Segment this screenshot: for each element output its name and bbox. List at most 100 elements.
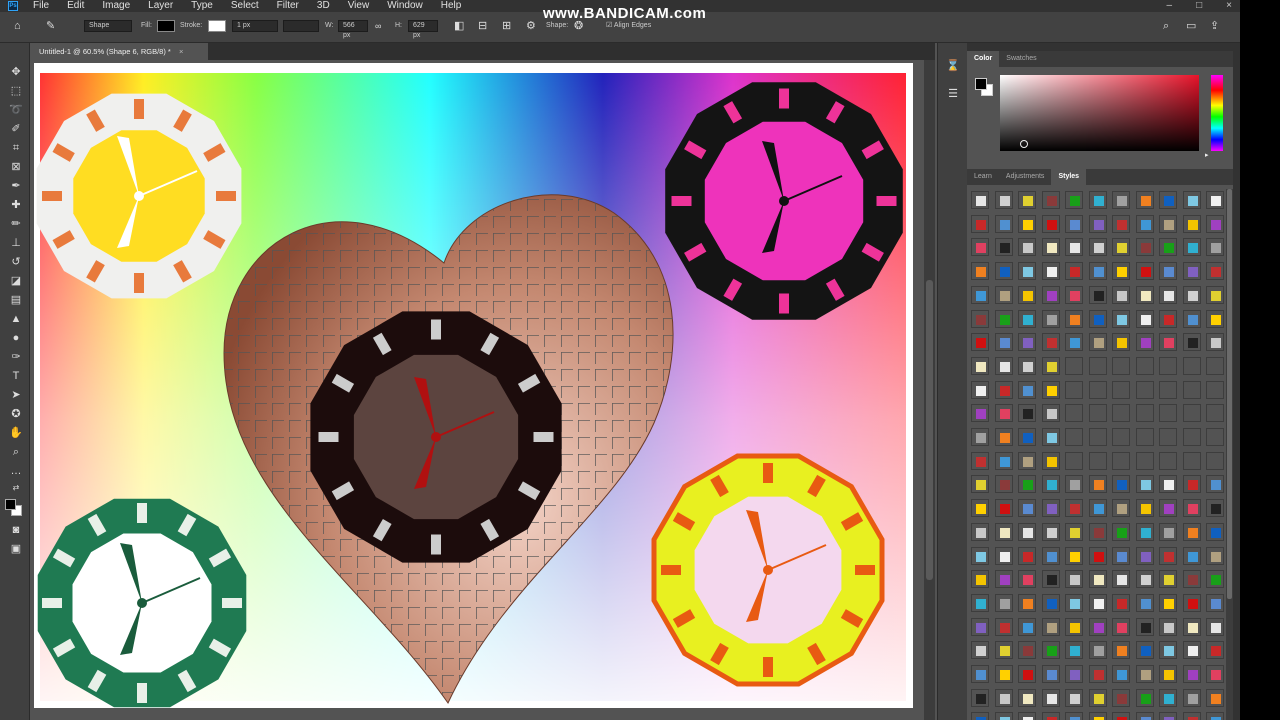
style-preset[interactable] <box>1135 522 1154 541</box>
crop-tool-icon[interactable]: ⌗ <box>8 141 24 155</box>
style-preset[interactable] <box>994 428 1013 446</box>
style-preset[interactable] <box>1159 238 1177 257</box>
style-preset[interactable] <box>994 380 1013 399</box>
style-preset[interactable] <box>971 191 989 209</box>
style-preset[interactable] <box>1112 309 1130 328</box>
style-preset[interactable] <box>1206 428 1224 446</box>
menu-view[interactable]: View <box>339 0 379 12</box>
style-preset[interactable] <box>1065 688 1083 707</box>
style-preset[interactable] <box>1206 617 1224 636</box>
menu-select[interactable]: Select <box>222 0 268 12</box>
style-preset[interactable] <box>994 688 1013 707</box>
path-align-icon[interactable]: ⊟ <box>478 20 487 32</box>
menu-window[interactable]: Window <box>378 0 432 12</box>
style-preset[interactable] <box>1159 522 1177 541</box>
style-preset[interactable] <box>1135 712 1154 720</box>
style-preset[interactable] <box>1182 214 1201 233</box>
style-preset[interactable] <box>1065 262 1083 281</box>
style-preset[interactable] <box>1041 570 1060 589</box>
style-preset[interactable] <box>1159 593 1177 612</box>
style-preset[interactable] <box>971 665 989 683</box>
style-preset[interactable] <box>1206 238 1224 257</box>
style-preset[interactable] <box>1159 451 1177 470</box>
style-preset[interactable] <box>1041 238 1060 257</box>
style-preset[interactable] <box>994 499 1013 518</box>
style-preset[interactable] <box>1112 712 1130 720</box>
style-preset[interactable] <box>1088 499 1107 518</box>
style-preset[interactable] <box>1018 499 1036 518</box>
style-preset[interactable] <box>1088 404 1107 423</box>
style-preset[interactable] <box>971 238 989 257</box>
height-field[interactable]: 629 px <box>408 20 438 39</box>
path-ops-icon[interactable]: ◧ <box>454 20 464 32</box>
style-preset[interactable] <box>1159 380 1177 399</box>
style-preset[interactable] <box>994 546 1013 565</box>
path-select-tool-icon[interactable]: ➤ <box>8 388 24 402</box>
style-preset[interactable] <box>994 665 1013 683</box>
style-preset[interactable] <box>1159 617 1177 636</box>
style-preset[interactable] <box>1159 546 1177 565</box>
style-preset[interactable] <box>971 214 989 233</box>
style-preset[interactable] <box>1018 214 1036 233</box>
style-preset[interactable] <box>1088 309 1107 328</box>
style-preset[interactable] <box>1159 285 1177 304</box>
style-preset[interactable] <box>1182 641 1201 660</box>
style-preset[interactable] <box>1182 451 1201 470</box>
style-preset[interactable] <box>1065 593 1083 612</box>
style-preset[interactable] <box>1112 428 1130 446</box>
brush-tool-icon[interactable]: ✏ <box>8 217 24 231</box>
fill-swatch[interactable] <box>157 20 175 32</box>
width-field[interactable]: 566 px <box>338 20 368 39</box>
hand-tool-icon[interactable]: ✋ <box>8 426 24 440</box>
style-preset[interactable] <box>1112 285 1130 304</box>
quick-mask-icon[interactable]: ◙ <box>8 523 24 537</box>
share-icon[interactable]: ⇪ <box>1210 20 1219 32</box>
style-preset[interactable] <box>1206 546 1224 565</box>
style-preset[interactable] <box>1018 451 1036 470</box>
type-tool-icon[interactable]: T <box>8 369 24 383</box>
style-preset[interactable] <box>1159 309 1177 328</box>
style-preset[interactable] <box>1088 570 1107 589</box>
style-preset[interactable] <box>1182 546 1201 565</box>
style-preset[interactable] <box>1135 356 1154 375</box>
style-preset[interactable] <box>1088 665 1107 683</box>
stroke-swatch[interactable] <box>208 20 226 32</box>
swap-colors-icon[interactable]: ⇄ <box>8 481 24 495</box>
style-preset[interactable] <box>994 522 1013 541</box>
style-preset[interactable] <box>1206 309 1224 328</box>
style-preset[interactable] <box>994 238 1013 257</box>
yellow-clock[interactable] <box>651 453 885 687</box>
style-preset[interactable] <box>1088 451 1107 470</box>
style-preset[interactable] <box>1041 593 1060 612</box>
style-preset[interactable] <box>971 285 989 304</box>
custom-shape-tool-icon[interactable]: ✪ <box>8 407 24 421</box>
style-preset[interactable] <box>971 475 989 494</box>
style-preset[interactable] <box>1112 641 1130 660</box>
style-preset[interactable] <box>1135 665 1154 683</box>
style-preset[interactable] <box>1112 404 1130 423</box>
menu-file[interactable]: File <box>24 0 58 12</box>
style-preset[interactable] <box>1206 404 1224 423</box>
style-preset[interactable] <box>1159 404 1177 423</box>
hue-slider-handle[interactable]: ▸ <box>1205 151 1209 159</box>
style-preset[interactable] <box>994 309 1013 328</box>
style-preset[interactable] <box>1018 309 1036 328</box>
style-preset[interactable] <box>971 404 989 423</box>
style-preset[interactable] <box>1041 285 1060 304</box>
style-preset[interactable] <box>1112 570 1130 589</box>
style-preset[interactable] <box>1206 499 1224 518</box>
menu-edit[interactable]: Edit <box>58 0 93 12</box>
healing-tool-icon[interactable]: ✚ <box>8 198 24 212</box>
style-preset[interactable] <box>1135 285 1154 304</box>
style-preset[interactable] <box>1112 688 1130 707</box>
pen-tool-icon[interactable]: ✑ <box>8 350 24 364</box>
search-icon[interactable]: ⌕ <box>1163 20 1169 32</box>
menu-filter[interactable]: Filter <box>268 0 308 12</box>
style-preset[interactable] <box>1182 191 1201 209</box>
style-preset[interactable] <box>1088 380 1107 399</box>
tab-swatches[interactable]: Swatches <box>999 51 1043 67</box>
style-preset[interactable] <box>1182 712 1201 720</box>
style-preset[interactable] <box>1159 641 1177 660</box>
style-preset[interactable] <box>1088 641 1107 660</box>
style-preset[interactable] <box>971 333 989 352</box>
